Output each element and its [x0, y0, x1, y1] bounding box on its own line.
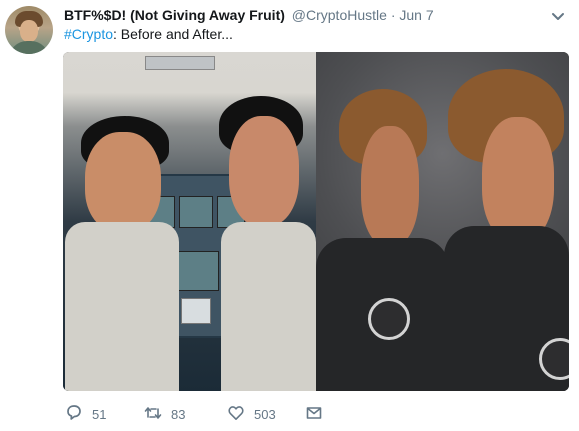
retweet-count: 83: [171, 407, 186, 422]
avatar-face: [20, 20, 38, 42]
tweet: BTF%$D! (Not Giving Away Fruit) @CryptoH…: [0, 0, 579, 431]
display-name[interactable]: BTF%$D! (Not Giving Away Fruit): [64, 7, 285, 23]
tweet-actions: 51 83 503: [64, 403, 364, 425]
tweet-date[interactable]: Jun 7: [399, 7, 433, 23]
retweet-icon: [144, 407, 162, 419]
reply-icon: [67, 405, 81, 420]
like-button[interactable]: 503: [226, 403, 286, 425]
ceiling-light: [145, 56, 215, 70]
envelope-icon: [306, 407, 322, 419]
person-shirt: [221, 222, 316, 391]
chevron-down-icon[interactable]: [551, 9, 565, 23]
jacket-patch: [368, 298, 410, 340]
console-screen: [179, 196, 213, 228]
after-image-panel: [316, 52, 569, 391]
heart-icon: [228, 406, 244, 420]
date-separator: ·: [390, 7, 396, 23]
reply-count: 51: [92, 407, 107, 422]
tweet-body: : Before and After...: [113, 26, 233, 42]
person-face: [482, 117, 554, 242]
tweet-text: #Crypto: Before and After...: [64, 25, 233, 43]
tweet-media[interactable]: [63, 52, 569, 391]
reply-button[interactable]: 51: [64, 403, 124, 425]
hashtag-link[interactable]: #Crypto: [64, 26, 113, 42]
message-button[interactable]: [304, 403, 334, 425]
person-shirt: [65, 222, 179, 391]
before-image-panel: [63, 52, 316, 391]
person-face: [229, 116, 299, 226]
user-handle[interactable]: @CryptoHustle: [292, 7, 387, 23]
person-face: [85, 132, 161, 232]
console-keypad: [181, 298, 211, 324]
tweet-header: BTF%$D! (Not Giving Away Fruit) @CryptoH…: [64, 6, 554, 24]
like-count: 503: [254, 407, 276, 422]
avatar[interactable]: [5, 6, 53, 54]
avatar-shirt: [9, 41, 49, 54]
retweet-button[interactable]: 83: [143, 403, 203, 425]
person-face: [361, 126, 419, 246]
